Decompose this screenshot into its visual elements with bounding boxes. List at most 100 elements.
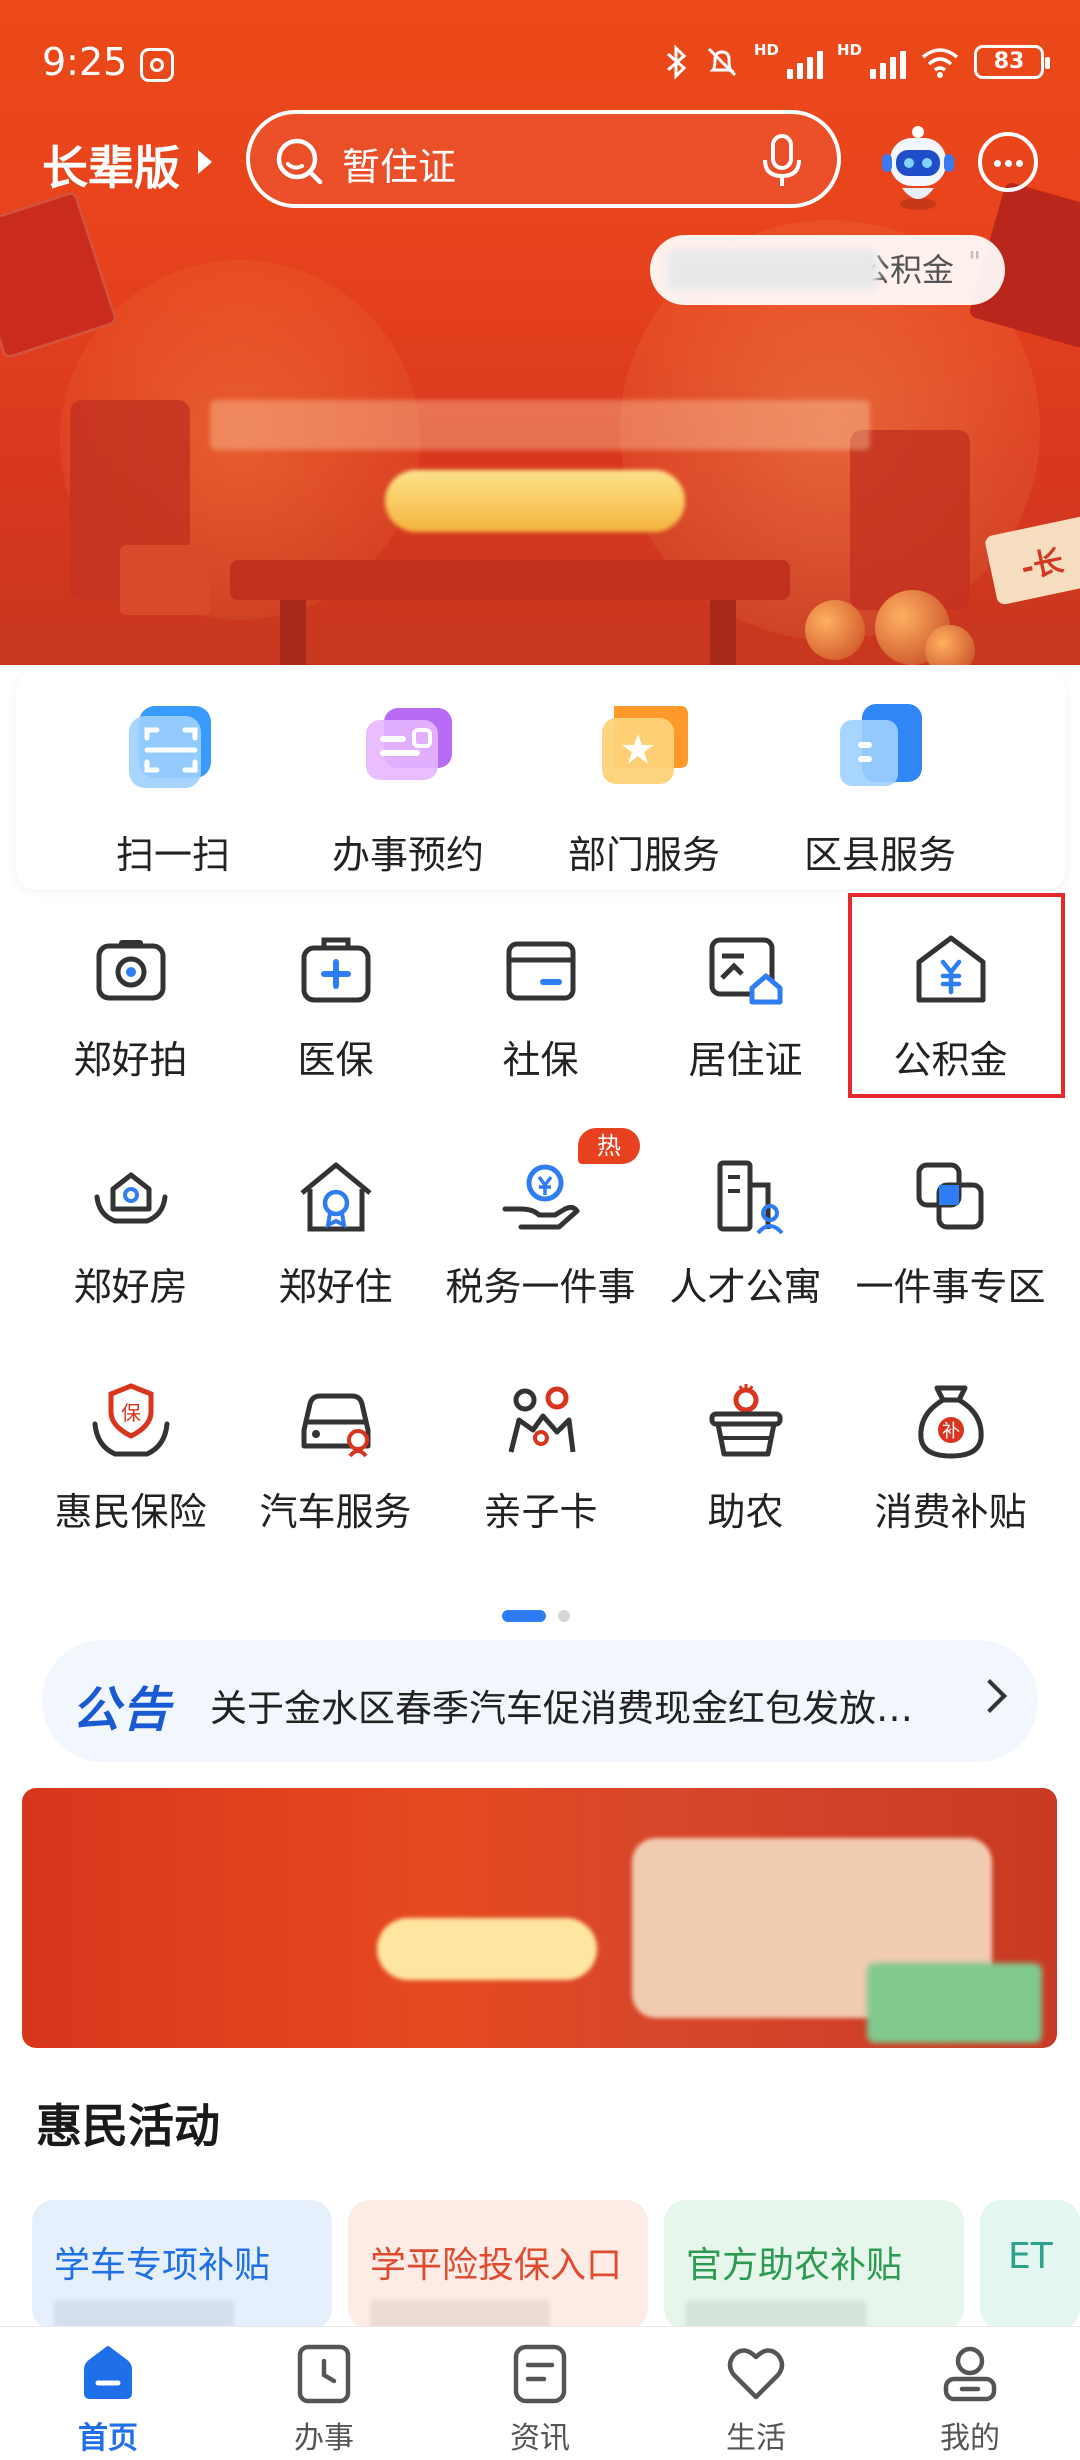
- tab-affairs[interactable]: 办事: [244, 2341, 404, 2457]
- search-placeholder: 暂住证: [342, 145, 457, 189]
- scan-icon: [129, 706, 211, 788]
- microphone-icon[interactable]: [757, 132, 807, 192]
- blurred-text: [668, 250, 878, 290]
- gift-decoration: [120, 545, 210, 615]
- activity-title: 学车专项补贴: [54, 2245, 271, 2286]
- bluetooth-icon: [666, 44, 687, 80]
- ornament-decoration: [805, 600, 865, 660]
- camera-icon: [96, 940, 165, 1001]
- table-decoration: [230, 560, 790, 600]
- tab-news[interactable]: 资讯: [460, 2341, 620, 2457]
- hot-badge: 热: [578, 1128, 640, 1164]
- notice-tag: 公告: [72, 1682, 173, 1738]
- hd-label: HD: [753, 41, 779, 59]
- svg-text:补: 补: [942, 1421, 960, 1442]
- banner-title-blurred: [200, 305, 880, 395]
- farm-basket-icon: [709, 1384, 782, 1457]
- hd-label: HD: [836, 41, 862, 59]
- promo-title-blurred: [60, 1830, 620, 1900]
- quick-item-label: 扫一扫: [115, 833, 230, 877]
- home-icon: [84, 2346, 132, 2399]
- service-label: 惠民保险: [54, 1490, 207, 1534]
- tax-icon: [502, 1164, 579, 1230]
- quick-item-label: 区县服务: [803, 833, 956, 877]
- promo-button-blurred: [377, 1918, 597, 1980]
- screen-record-icon: [140, 48, 174, 82]
- service-label: 医保: [297, 1038, 374, 1082]
- highlight-box: [848, 893, 1065, 1098]
- page-dot: [558, 1610, 570, 1622]
- service-talent-apartment[interactable]: 人才公寓: [643, 1155, 848, 1313]
- department-icon: [602, 706, 688, 784]
- page-dot-active: [502, 1610, 546, 1622]
- service-label: 郑好房: [73, 1265, 188, 1309]
- quick-item-appointment[interactable]: 办事预约: [308, 700, 508, 890]
- battery-icon: 83: [974, 45, 1050, 79]
- activity-card[interactable]: 学平险投保入口: [348, 2200, 648, 2330]
- residence-permit-icon: [709, 937, 782, 1005]
- service-label: 人才公寓: [669, 1265, 822, 1309]
- service-medical-insurance[interactable]: 医保: [233, 928, 438, 1086]
- service-label: 一件事专区: [855, 1265, 1046, 1309]
- search-suggestion-popup[interactable]: 公积金 ": [650, 235, 1005, 305]
- promo-banner[interactable]: [22, 1788, 1057, 2048]
- tab-label: 资讯: [510, 2421, 570, 2456]
- chair-decoration: [850, 430, 970, 610]
- activity-card[interactable]: 学车专项补贴: [32, 2200, 332, 2330]
- heart-icon: [727, 2348, 785, 2400]
- notice-bar[interactable]: 公告 关于金水区春季汽车促消费现金红包发放…: [42, 1640, 1038, 1762]
- card-icon: [506, 941, 575, 1001]
- service-zhenghaopai[interactable]: 郑好拍: [28, 928, 233, 1086]
- service-label: 消费补贴: [874, 1490, 1027, 1534]
- bottom-tab-bar: 首页 办事 资讯 生活 我的: [0, 2326, 1080, 2460]
- table-leg: [710, 600, 736, 665]
- service-label: 社保: [502, 1038, 579, 1082]
- search-input[interactable]: 暂住证: [246, 110, 841, 208]
- quote-mark: ": [968, 245, 981, 278]
- medical-kit-icon: [301, 937, 370, 1003]
- signal-icon: [786, 45, 823, 79]
- tab-mine[interactable]: 我的: [890, 2341, 1050, 2457]
- service-family-card[interactable]: 亲子卡: [438, 1380, 643, 1538]
- chevron-right-icon: [198, 150, 212, 174]
- tab-home[interactable]: 首页: [28, 2341, 188, 2457]
- quick-item-label: 办事预约: [331, 833, 484, 877]
- service-label: 亲子卡: [483, 1490, 598, 1534]
- activity-card[interactable]: 官方助农补贴: [664, 2200, 964, 2330]
- ornament-decoration: [925, 625, 975, 665]
- family-icon: [508, 1386, 575, 1453]
- service-consumption-subsidy[interactable]: 补 消费补贴: [848, 1380, 1053, 1538]
- assistant-robot-icon[interactable]: [868, 118, 968, 213]
- service-social-security[interactable]: 社保: [438, 928, 643, 1086]
- promo-subtitle-blurred: [60, 1918, 360, 1978]
- more-options-icon[interactable]: [978, 132, 1038, 192]
- tab-life[interactable]: 生活: [676, 2341, 836, 2457]
- status-time: 9:25: [42, 40, 128, 84]
- svg-text:保: 保: [121, 1401, 141, 1425]
- news-icon: [513, 2344, 567, 2404]
- search-icon: [276, 138, 323, 185]
- tab-label: 我的: [940, 2421, 1000, 2456]
- banner-subtitle-blurred: [210, 400, 870, 450]
- insurance-icon: 保: [92, 1383, 169, 1457]
- activity-title: 学平险投保入口: [370, 2245, 623, 2286]
- service-agriculture[interactable]: 助农: [643, 1380, 848, 1538]
- service-zhenghaozhu[interactable]: 郑好住: [233, 1155, 438, 1313]
- table-leg: [280, 600, 306, 665]
- clock-document-icon: [297, 2344, 351, 2404]
- service-residence-permit[interactable]: 居住证: [643, 928, 848, 1086]
- service-zhenghaofang[interactable]: 郑好房: [28, 1155, 233, 1313]
- quick-item-district[interactable]: 区县服务: [780, 700, 980, 890]
- elder-mode-toggle[interactable]: 长辈版: [42, 132, 180, 198]
- quick-item-department[interactable]: 部门服务: [544, 700, 744, 890]
- service-tax[interactable]: 税务一件事: [438, 1155, 643, 1313]
- activity-card[interactable]: ET: [980, 2200, 1080, 2330]
- quick-item-scan[interactable]: 扫一扫: [73, 700, 273, 890]
- service-car[interactable]: 汽车服务: [233, 1380, 438, 1538]
- banner-cta-blurred[interactable]: [385, 470, 685, 532]
- home-badge-icon: [299, 1162, 372, 1232]
- chevron-right-icon: [973, 1679, 1007, 1713]
- service-label: 助农: [707, 1490, 784, 1534]
- service-insurance[interactable]: 保 惠民保险: [28, 1380, 233, 1538]
- service-one-thing-zone[interactable]: 一件事专区: [848, 1155, 1053, 1313]
